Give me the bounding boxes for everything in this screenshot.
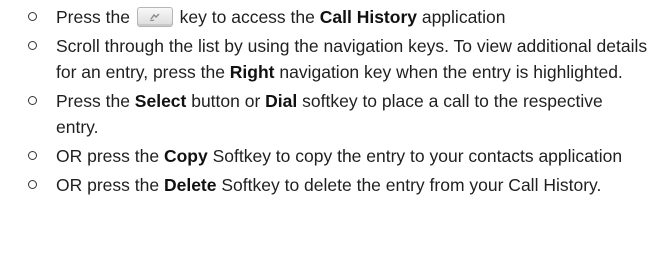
call-history-key-icon (136, 7, 173, 27)
hollow-bullet-icon (28, 151, 37, 160)
list-item-step-3: Press the Select button or Dial softkey … (28, 88, 650, 140)
step-1-text-before: Press the (56, 7, 135, 27)
step-4-bold-copy: Copy (163, 146, 208, 166)
step-3-text-2: button or (186, 91, 266, 111)
step-1-text-end: application (416, 7, 506, 27)
step-5-text-2: Softkey to delete the entry from your Ca… (216, 175, 602, 195)
step-2-bold-right: Right (229, 62, 275, 82)
step-5-bold-delete: Delete (163, 175, 217, 195)
list-item-step-1: Press the key to access the Call History… (28, 4, 650, 30)
list-item-step-5: OR press the Delete Softkey to delete th… (28, 172, 650, 198)
hollow-bullet-icon (28, 41, 37, 50)
instructions-document: Press the key to access the Call History… (0, 0, 658, 198)
hollow-bullet-icon (28, 180, 37, 189)
hollow-bullet-icon (28, 12, 37, 21)
step-3-bold-dial: Dial (265, 91, 298, 111)
step-3-text-1: Press the (56, 91, 135, 111)
steps-list: Press the key to access the Call History… (28, 4, 650, 198)
step-5-text-1: OR press the (56, 175, 164, 195)
step-2-text-2: navigation key when the entry is highlig… (274, 62, 623, 82)
list-item-step-4: OR press the Copy Softkey to copy the en… (28, 143, 650, 169)
hollow-bullet-icon (28, 96, 37, 105)
list-item-step-2: Scroll through the list by using the nav… (28, 33, 650, 85)
step-1-bold-call-history: Call History (319, 7, 417, 27)
step-4-text-1: OR press the (56, 146, 164, 166)
step-1-text-after: key to access the (174, 7, 320, 27)
step-4-text-2: Softkey to copy the entry to your contac… (207, 146, 623, 166)
step-3-bold-select: Select (134, 91, 187, 111)
